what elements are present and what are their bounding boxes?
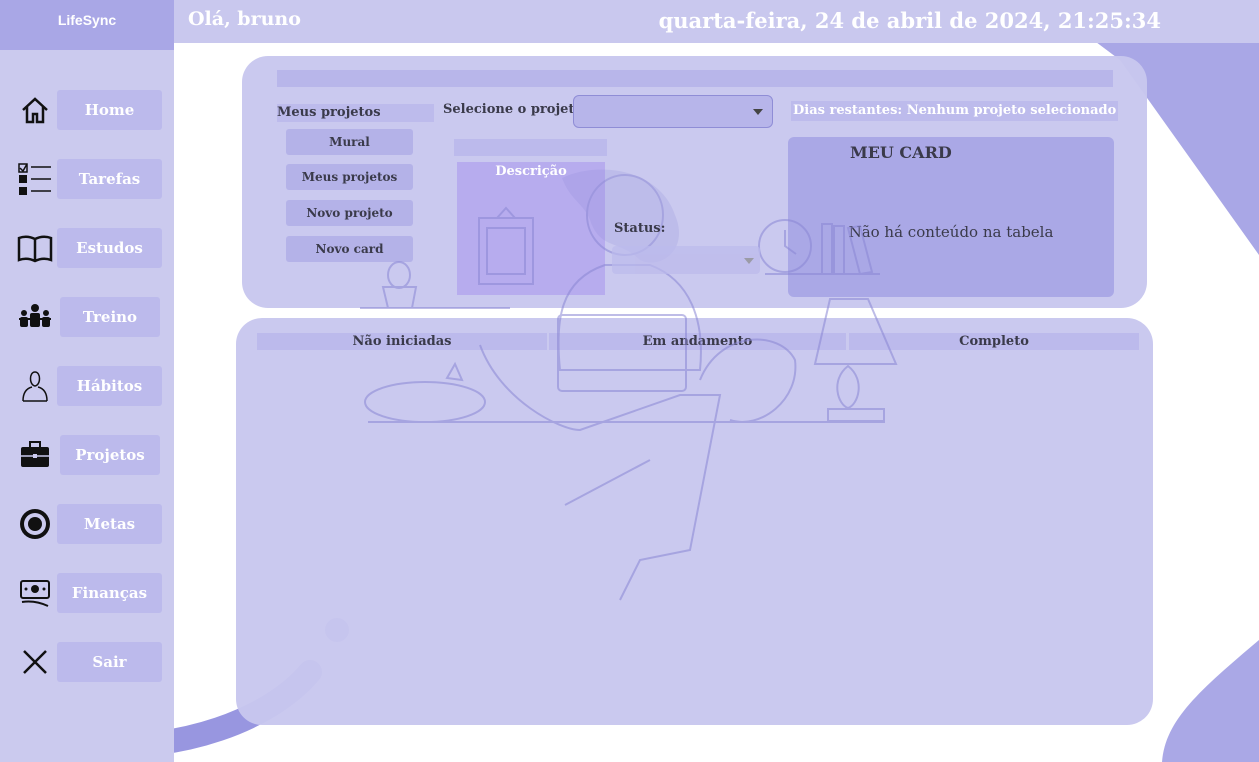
target-icon xyxy=(16,507,54,541)
my-projects-button[interactable]: Meus projetos xyxy=(286,164,413,190)
sidebar-item-projetos[interactable]: Projetos xyxy=(0,435,174,475)
chevron-down-icon xyxy=(753,109,763,115)
project-select[interactable] xyxy=(573,95,773,128)
card-title: MEU CARD xyxy=(850,143,952,162)
status-label: Status: xyxy=(614,221,666,236)
estudos-button[interactable]: Estudos xyxy=(57,228,162,268)
sidebar-item-estudos[interactable]: Estudos xyxy=(0,228,174,268)
column-not-started: Não iniciadas xyxy=(257,333,547,350)
treino-button[interactable]: Treino xyxy=(60,297,160,337)
app-logo: LifeSync xyxy=(0,0,174,50)
close-icon xyxy=(16,645,54,679)
user-icon xyxy=(16,369,54,403)
sair-button[interactable]: Sair xyxy=(57,642,162,682)
briefcase-icon xyxy=(16,438,54,472)
chevron-down-icon xyxy=(744,258,754,264)
description-box[interactable] xyxy=(457,162,605,295)
checklist-icon xyxy=(16,162,54,196)
new-project-button[interactable]: Novo projeto xyxy=(286,200,413,226)
sidebar-item-treino[interactable]: Treino xyxy=(0,297,174,337)
home-icon xyxy=(16,93,54,127)
status-select[interactable] xyxy=(612,246,760,274)
top-bar: Olá, bruno quarta-feira, 24 de abril de … xyxy=(174,0,1259,43)
sidebar-item-habitos[interactable]: Hábitos xyxy=(0,366,174,406)
datetime-text: quarta-feira, 24 de abril de 2024, 21:25… xyxy=(658,8,1161,33)
metas-button[interactable]: Metas xyxy=(57,504,162,544)
greeting-text: Olá, bruno xyxy=(188,8,301,30)
sidebar-item-tarefas[interactable]: Tarefas xyxy=(0,159,174,199)
projetos-button[interactable]: Projetos xyxy=(60,435,160,475)
financas-button[interactable]: Finanças xyxy=(57,573,162,613)
description-title: Descrição xyxy=(495,164,567,179)
tarefas-button[interactable]: Tarefas xyxy=(57,159,162,199)
new-card-button[interactable]: Novo card xyxy=(286,236,413,262)
sidebar-item-sair[interactable]: Sair xyxy=(0,642,174,682)
days-remaining-text: Dias restantes: Nenhum projeto seleciona… xyxy=(791,101,1119,121)
sidebar: LifeSync Home Tarefas Estudos Treino Háb… xyxy=(0,0,174,762)
team-icon xyxy=(16,300,54,334)
column-complete: Completo xyxy=(849,333,1139,350)
money-icon xyxy=(16,576,54,610)
card-empty-message: Não há conteúdo na tabela xyxy=(848,223,1054,241)
kanban-panel xyxy=(236,318,1153,725)
mural-button[interactable]: Mural xyxy=(286,129,413,155)
description-strip xyxy=(454,139,607,156)
home-button[interactable]: Home xyxy=(57,90,162,130)
sidebar-item-metas[interactable]: Metas xyxy=(0,504,174,544)
habitos-button[interactable]: Hábitos xyxy=(57,366,162,406)
sidebar-item-financas[interactable]: Finanças xyxy=(0,573,174,613)
sidebar-item-home[interactable]: Home xyxy=(0,90,174,130)
book-icon xyxy=(16,231,54,265)
select-project-label: Selecione o projeto: xyxy=(443,102,588,117)
my-projects-label: Meus projetos xyxy=(277,104,434,122)
column-in-progress: Em andamento xyxy=(549,333,846,350)
panel-header-strip xyxy=(277,70,1113,87)
